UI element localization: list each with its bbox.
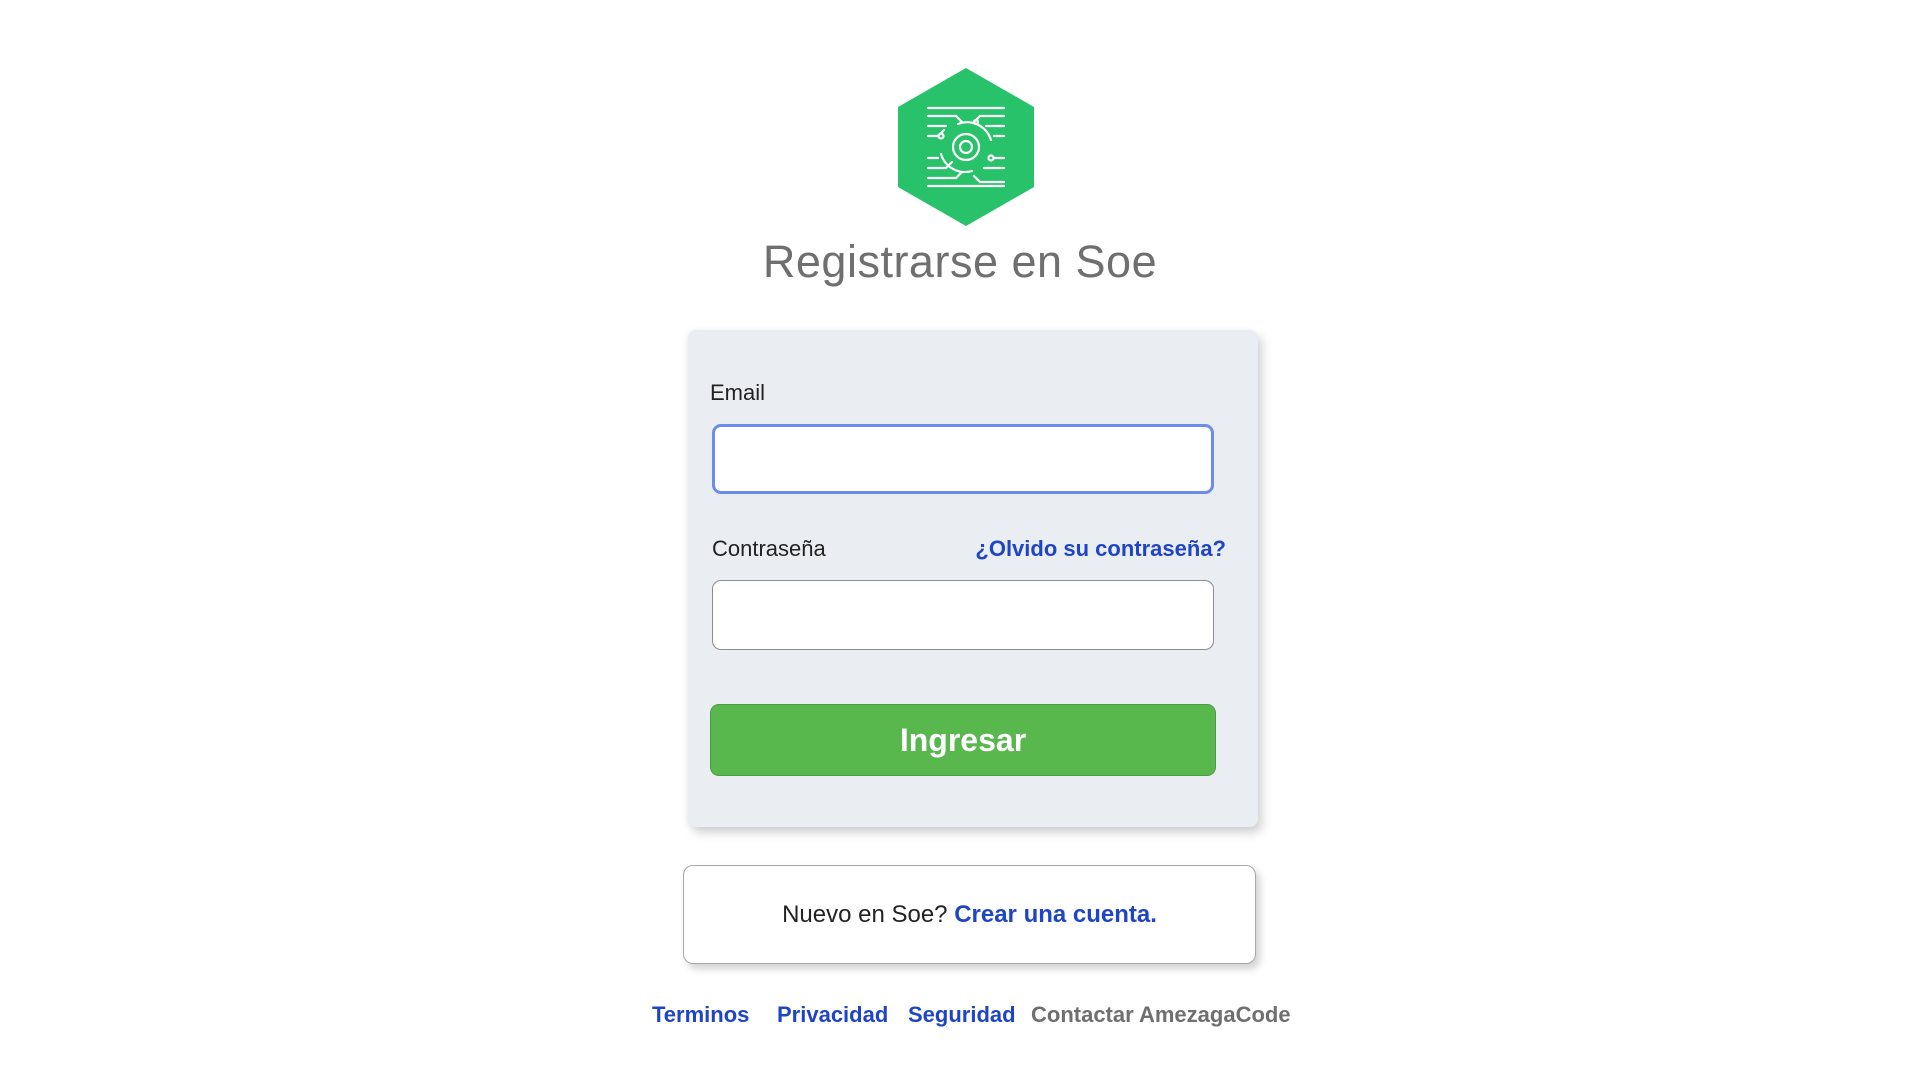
soe-logo-icon — [898, 68, 1034, 226]
signup-prompt-text: Nuevo en Soe? — [782, 901, 955, 928]
login-button[interactable]: Ingresar — [710, 704, 1216, 776]
footer-privacy-link[interactable]: Privacidad — [777, 1002, 888, 1028]
forgot-password-link[interactable]: ¿Olvido su contraseña? — [975, 536, 1226, 562]
page-title: Registrarse en Soe — [762, 236, 1158, 287]
login-form: Email Contraseña ¿Olvido su contraseña? … — [688, 330, 1258, 827]
create-account-link[interactable]: Crear una cuenta. — [954, 901, 1157, 928]
email-input[interactable] — [712, 424, 1214, 494]
footer-security-link[interactable]: Seguridad — [908, 1002, 1016, 1028]
email-label: Email — [710, 380, 766, 405]
login-page: Registrarse en Soe Email Contraseña ¿Olv… — [0, 0, 1920, 1080]
signup-prompt-box: Nuevo en Soe? Crear una cuenta. — [683, 865, 1256, 964]
password-label: Contraseña — [712, 536, 826, 561]
password-input[interactable] — [712, 580, 1214, 650]
footer-terms-link[interactable]: Terminos — [652, 1002, 749, 1028]
footer-contact-link[interactable]: Contactar AmezagaCode — [1031, 1002, 1291, 1028]
